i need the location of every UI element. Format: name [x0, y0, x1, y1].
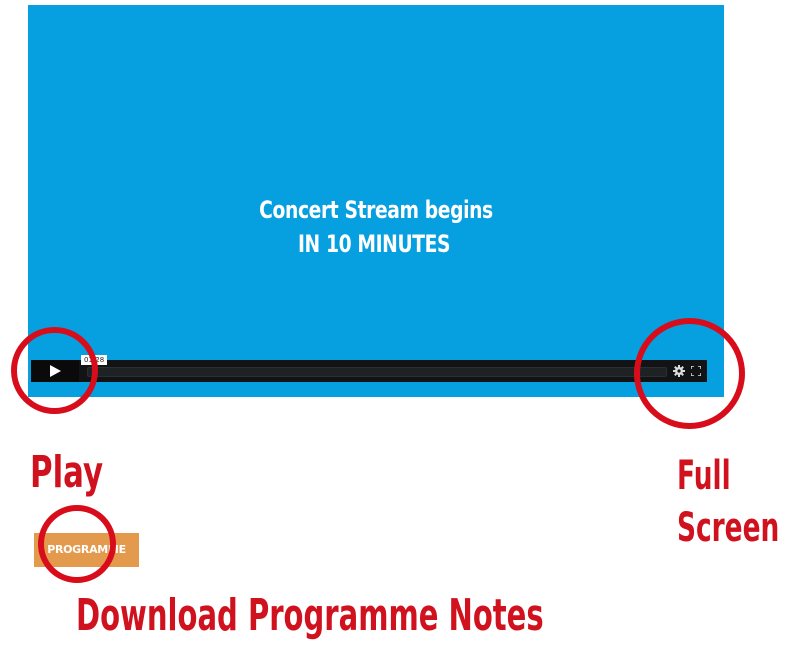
full-screen-callout-line2: Screen — [677, 505, 780, 551]
play-callout-label: Play — [30, 447, 104, 498]
stream-message-line2: IN 10 MINUTES — [297, 230, 451, 258]
play-button[interactable] — [31, 360, 79, 382]
progress-bar[interactable] — [87, 367, 667, 377]
stream-message-line1: Concert Stream begins — [259, 196, 493, 224]
full-screen-callout-label: Full Screen — [677, 450, 779, 554]
download-programme-callout-label: Download Programme Notes — [76, 590, 544, 641]
player-control-bar: 01:28 — [31, 355, 707, 382]
programme-button[interactable]: PROGRAMME — [34, 533, 139, 567]
stream-message: Concert Stream begins IN 10 MINUTES — [105, 193, 648, 261]
play-icon — [50, 365, 61, 377]
gear-icon[interactable] — [673, 365, 685, 377]
video-player[interactable]: Concert Stream begins IN 10 MINUTES — [28, 5, 724, 397]
fullscreen-icon[interactable] — [691, 366, 701, 376]
full-screen-callout-line1: Full — [677, 453, 731, 499]
time-display: 01:28 — [81, 355, 108, 365]
